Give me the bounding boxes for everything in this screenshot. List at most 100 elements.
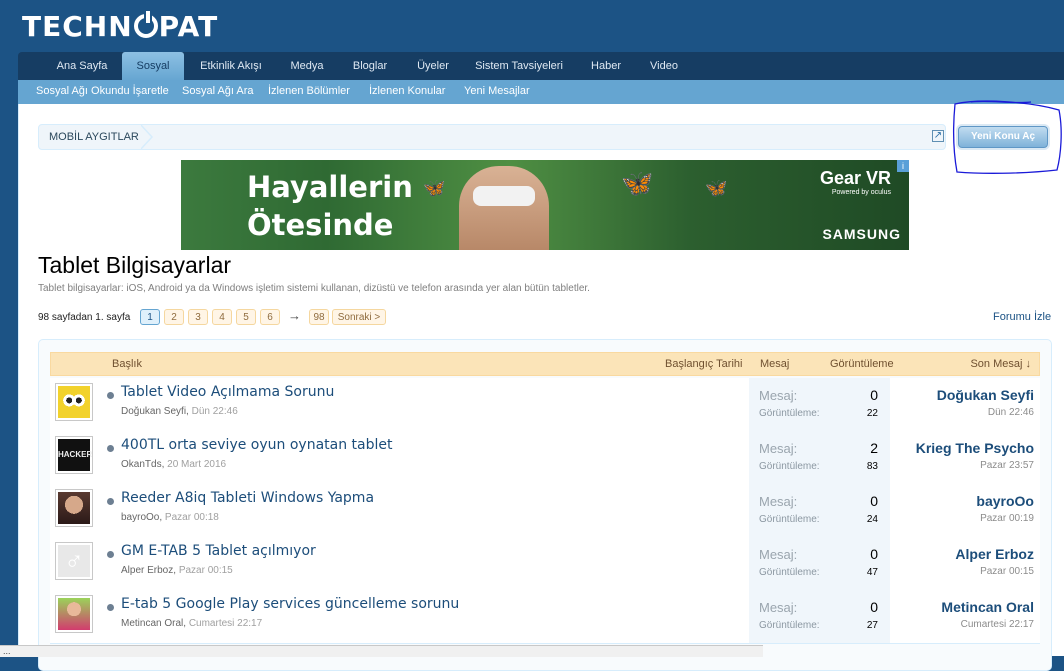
sub-nav: Sosyal Ağı Okundu İşaretle Sosyal Ağı Ar… xyxy=(18,80,1064,104)
thread-stats: Mesaj: 0 Görüntüleme: 22 xyxy=(749,378,890,431)
follow-forum-link[interactable]: Forumu İzle xyxy=(993,311,1051,323)
sort-last-message[interactable]: Son Mesaj ↓ xyxy=(970,353,1031,375)
thread-row: HACKER 400TL orta seviye oyun oynatan ta… xyxy=(50,431,1040,485)
last-post-date[interactable]: Pazar 00:15 xyxy=(980,566,1034,577)
avatar[interactable] xyxy=(55,489,93,527)
male-symbol-icon: ♂ xyxy=(58,545,90,577)
pager-skip-arrow: → xyxy=(288,308,301,323)
browser-status-bar: ... xyxy=(0,645,763,657)
views-label: Görüntüleme: xyxy=(759,514,820,525)
thread-author[interactable]: bayroOo xyxy=(121,512,159,523)
thread-date[interactable]: Pazar 00:18 xyxy=(165,512,219,523)
tab-video[interactable]: Video xyxy=(644,52,684,80)
tab-sosyal[interactable]: Sosyal xyxy=(122,52,184,81)
main-nav: Ana Sayfa Sosyal Etkinlik Akışı Medya Bl… xyxy=(18,52,1064,81)
thread-author[interactable]: Alper Erboz xyxy=(121,565,173,576)
thread-row: ♂ GM E-TAB 5 Tablet açılmıyor Alper Erbo… xyxy=(50,537,1040,591)
thread-date[interactable]: Dün 22:46 xyxy=(192,406,238,417)
site-logo[interactable]: TECHN PAT xyxy=(22,10,218,43)
page-link-5[interactable]: 5 xyxy=(236,309,256,325)
tab-uyeler[interactable]: Üyeler xyxy=(410,52,456,80)
subnav-watched-forums[interactable]: İzlenen Bölümler xyxy=(268,80,350,104)
sort-start-date[interactable]: Başlangıç Tarihi xyxy=(665,353,742,375)
last-post-date[interactable]: Pazar 23:57 xyxy=(980,460,1034,471)
views-count: 47 xyxy=(866,567,878,578)
replies-count: 0 xyxy=(870,546,878,562)
sort-title[interactable]: Başlık xyxy=(112,353,142,375)
sort-views[interactable]: Görüntüleme xyxy=(830,353,894,375)
page-link-1[interactable]: 1 xyxy=(140,309,160,325)
banner-headline: Hayallerin Ötesinde xyxy=(247,168,413,244)
banner-maker: SAMSUNG xyxy=(822,226,901,242)
tab-haber[interactable]: Haber xyxy=(584,52,628,80)
ad-info-icon[interactable]: i xyxy=(897,160,909,172)
views-label: Görüntüleme: xyxy=(759,461,820,472)
page-link-3[interactable]: 3 xyxy=(188,309,208,325)
butterfly-icon: 🦋 xyxy=(621,168,654,198)
replies-label: Mesaj: xyxy=(759,494,798,509)
next-page-button[interactable]: Sonraki > xyxy=(332,309,386,325)
page-link-2[interactable]: 2 xyxy=(164,309,184,325)
replies-label: Mesaj: xyxy=(759,441,798,456)
thread-date[interactable]: 20 Mart 2016 xyxy=(167,459,226,470)
views-count: 27 xyxy=(866,620,878,631)
sort-replies[interactable]: Mesaj xyxy=(760,353,789,375)
last-poster[interactable]: Metincan Oral xyxy=(941,599,1034,615)
breadcrumb-arrow xyxy=(140,124,153,150)
thread-title[interactable]: Reeder A8iq Tableti Windows Yapma xyxy=(121,490,374,506)
thread-author[interactable]: Doğukan Seyfi xyxy=(121,406,186,417)
banner-brand: Gear VR Powered by oculus xyxy=(820,168,891,196)
thread-title[interactable]: Tablet Video Açılmama Sorunu xyxy=(121,384,334,400)
last-poster[interactable]: Alper Erboz xyxy=(955,546,1034,562)
views-label: Görüntüleme: xyxy=(759,567,820,578)
last-post-date[interactable]: Dün 22:46 xyxy=(988,407,1034,418)
page-link-4[interactable]: 4 xyxy=(212,309,232,325)
views-count: 83 xyxy=(866,461,878,472)
views-count: 22 xyxy=(866,408,878,419)
last-poster[interactable]: Krieg The Psycho xyxy=(916,440,1034,456)
replies-count: 0 xyxy=(870,387,878,403)
ad-banner[interactable]: Hayallerin Ötesinde 🦋 🦋 🦋 Gear VR Powere… xyxy=(181,160,909,250)
thread-title[interactable]: 400TL orta seviye oyun oynatan tablet xyxy=(121,437,392,453)
page-link-6[interactable]: 6 xyxy=(260,309,280,325)
subnav-search[interactable]: Sosyal Ağı Ara xyxy=(182,80,254,104)
avatar[interactable]: ♂ xyxy=(55,542,93,580)
butterfly-icon: 🦋 xyxy=(705,178,728,198)
subnav-watched-threads[interactable]: İzlenen Konular xyxy=(369,80,445,104)
last-poster[interactable]: Doğukan Seyfi xyxy=(937,387,1034,403)
subnav-mark-read[interactable]: Sosyal Ağı Okundu İşaretle xyxy=(36,80,169,104)
thread-meta: Doğukan Seyfi, Dün 22:46 xyxy=(121,406,238,417)
thread-meta: bayroOo, Pazar 00:18 xyxy=(121,512,219,523)
subnav-new-posts[interactable]: Yeni Mesajlar xyxy=(464,80,530,104)
thread-stats: Mesaj: 0 Görüntüleme: 27 xyxy=(749,590,890,643)
avatar[interactable]: HACKER xyxy=(55,436,93,474)
unread-bullet-icon xyxy=(107,445,114,452)
avatar[interactable] xyxy=(55,595,93,633)
last-poster[interactable]: bayroOo xyxy=(976,493,1034,509)
views-label: Görüntüleme: xyxy=(759,408,820,419)
banner-headline-line1: Hayallerin xyxy=(247,170,413,204)
open-in-new-icon[interactable]: ↗ xyxy=(932,130,944,142)
tab-bloglar[interactable]: Bloglar xyxy=(346,52,394,80)
thread-meta: Alper Erboz, Pazar 00:15 xyxy=(121,565,233,576)
thread-title[interactable]: E-tab 5 Google Play services güncelleme … xyxy=(121,596,459,612)
thread-author[interactable]: OkanTds xyxy=(121,459,162,470)
page-link-last[interactable]: 98 xyxy=(309,309,329,325)
tab-sistem-tavsiyeleri[interactable]: Sistem Tavsiyeleri xyxy=(472,52,566,80)
thread-author[interactable]: Metincan Oral xyxy=(121,618,183,629)
thread-date[interactable]: Pazar 00:15 xyxy=(179,565,233,576)
pager-label: 98 sayfadan 1. sayfa xyxy=(38,312,131,323)
breadcrumb-item[interactable]: MOBİL AYGITLAR xyxy=(49,125,139,149)
tab-ana-sayfa[interactable]: Ana Sayfa xyxy=(46,52,118,80)
site-header: TECHN PAT xyxy=(0,0,1064,52)
last-post-date[interactable]: Cumartesi 22:17 xyxy=(961,619,1034,630)
thread-title[interactable]: GM E-TAB 5 Tablet açılmıyor xyxy=(121,543,316,559)
thread-date[interactable]: Cumartesi 22:17 xyxy=(189,618,262,629)
last-post-date[interactable]: Pazar 00:19 xyxy=(980,513,1034,524)
thread-stats: Mesaj: 2 Görüntüleme: 83 xyxy=(749,431,890,484)
tab-medya[interactable]: Medya xyxy=(284,52,330,80)
avatar[interactable] xyxy=(55,383,93,421)
butterfly-icon: 🦋 xyxy=(423,178,446,198)
tab-etkinlik-akisi[interactable]: Etkinlik Akışı xyxy=(194,52,268,80)
banner-brand-name: Gear VR xyxy=(819,168,891,188)
